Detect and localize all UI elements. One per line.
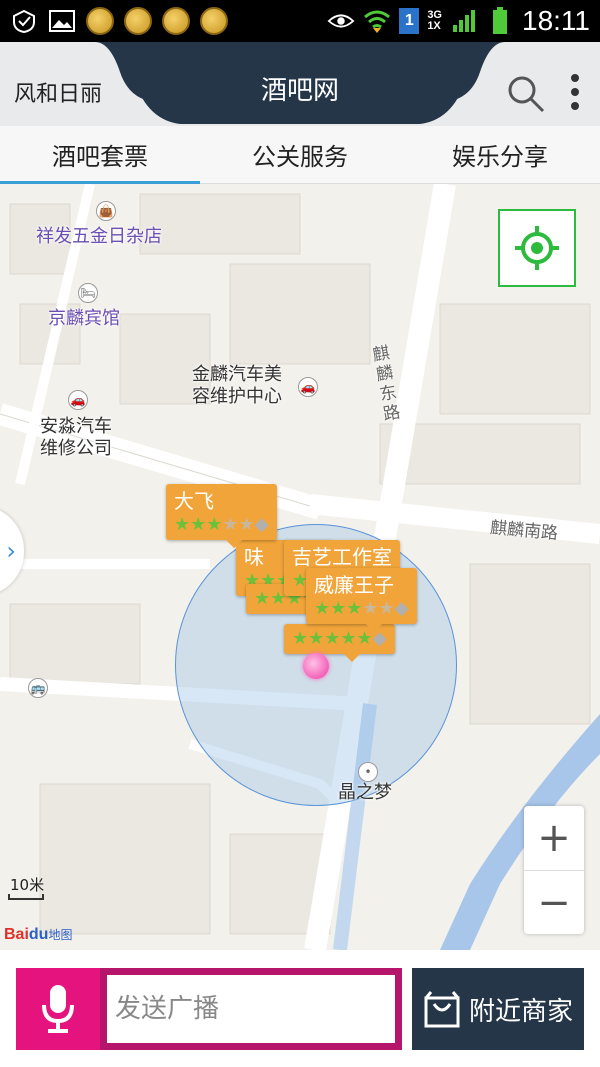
marker-name: 大飞 [174, 489, 214, 513]
tab-bar: 酒吧套票 公关服务 娱乐分享 [0, 126, 600, 184]
tab-bar-packages[interactable]: 酒吧套票 [0, 126, 200, 184]
coin-icon [86, 7, 114, 35]
broadcast-input[interactable] [107, 975, 395, 1043]
poi-jingzhimeng[interactable]: 晶之梦 [338, 782, 392, 804]
zoom-in-button[interactable]: + [524, 806, 584, 870]
voice-input-button[interactable] [16, 968, 100, 1050]
bed-icon: 🛏 [78, 283, 98, 303]
microphone-icon [42, 985, 74, 1033]
zoom-control: + − [524, 806, 584, 934]
status-bar: 1 3G 1X 18:11 [0, 0, 600, 42]
logo-du: du [28, 926, 49, 943]
chevron-right-icon: › [6, 537, 16, 565]
tab-entertainment-share[interactable]: 娱乐分享 [400, 126, 600, 183]
network-type: 3G 1X [427, 10, 442, 32]
zoom-out-button[interactable]: − [524, 870, 584, 934]
network-bottom: 1X [427, 20, 441, 32]
scale-bar [8, 894, 44, 900]
shopping-bag-icon: 👜 [96, 201, 116, 221]
poi-hotel[interactable]: 京麟宾馆 [48, 308, 120, 330]
battery-icon [486, 7, 514, 35]
coin-icon [200, 7, 228, 35]
current-location-pin [303, 653, 329, 679]
scale-label: 10米 [10, 876, 45, 894]
clock: 18:11 [522, 5, 590, 36]
sim-indicator: 1 [399, 8, 420, 34]
map-view[interactable]: 👜 祥发五金日杂店 🛏 京麟宾馆 金麟汽车美 容维护中心 🚗 🚗 安淼汽车 维修… [0, 184, 600, 950]
poi-auto-repair[interactable]: 安淼汽车 维修公司 [40, 416, 112, 460]
marker-name: 威廉王子 [314, 573, 394, 597]
poi-auto-beauty[interactable]: 金麟汽车美 容维护中心 [192, 364, 282, 408]
car-icon: 🚗 [68, 390, 88, 410]
baidu-map-logo: Baidu地图 [4, 926, 72, 944]
crosshair-icon [515, 226, 559, 270]
poi-dot-icon: • [358, 762, 378, 782]
signal-icon [450, 7, 478, 35]
car-icon: 🚗 [298, 377, 318, 397]
bus-stop-icon: 🚌 [28, 678, 48, 698]
marker-rating: ★★★★★◆ [174, 514, 269, 535]
eye-icon [327, 7, 355, 35]
coin-icon [162, 7, 190, 35]
poi-hardware-store[interactable]: 祥发五金日杂店 [36, 226, 162, 248]
locate-button[interactable] [498, 209, 576, 287]
wifi-icon [363, 7, 391, 35]
more-menu-icon[interactable] [568, 72, 582, 112]
app-header: 风和日丽 酒吧网 [0, 42, 600, 126]
logo-bai: Bai [4, 926, 29, 943]
map-marker[interactable]: 大飞 ★★★★★◆ [166, 484, 277, 548]
image-icon [48, 7, 76, 35]
nearby-merchants-label: 附近商家 [468, 996, 573, 1027]
marker-rating: ★★★★★◆ [314, 598, 409, 619]
tab-pr-services[interactable]: 公关服务 [200, 126, 400, 183]
broadcast-bar: 附近商家 [0, 950, 600, 1067]
broadcast-input-wrapper [100, 968, 402, 1050]
search-icon[interactable] [506, 74, 546, 114]
map-marker[interactable]: 威廉王子 ★★★★★◆ [306, 568, 417, 632]
nearby-merchants-button[interactable]: 附近商家 [412, 968, 584, 1050]
check-shield-icon [10, 7, 38, 35]
marker-name: 吉艺工作室 [292, 545, 392, 569]
shopping-bag-icon [424, 991, 460, 1028]
coin-icon [124, 7, 152, 35]
logo-suffix: 地图 [48, 928, 73, 942]
